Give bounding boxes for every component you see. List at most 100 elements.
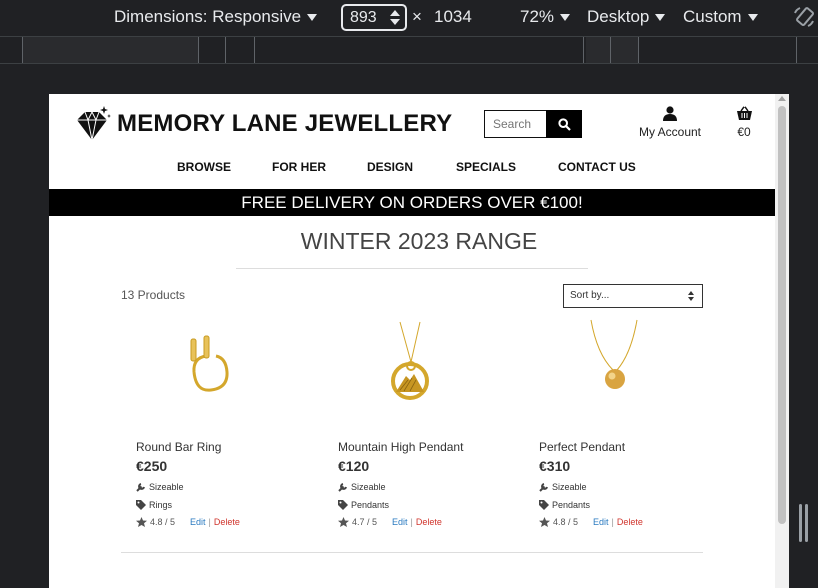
product-feature-label: Sizeable	[351, 482, 386, 492]
pendant-image[interactable]	[539, 314, 719, 414]
product-rating: 4.8 / 5	[150, 517, 176, 527]
product-name[interactable]: Round Bar Ring	[136, 440, 221, 454]
product-category-label[interactable]: Pendants	[351, 500, 389, 510]
product-name[interactable]: Mountain High Pendant	[338, 440, 463, 454]
product-category-label[interactable]: Rings	[149, 500, 172, 510]
star-icon	[136, 517, 147, 527]
tag-icon	[539, 500, 549, 510]
ring-image[interactable]	[136, 314, 316, 414]
basket-total: €0	[737, 125, 751, 139]
device-mode-label: Desktop	[587, 7, 650, 26]
product-rating-row: 4.7 / 5 Edit | Delete	[338, 517, 442, 527]
product-card: Mountain High Pendant €120 Sizeable Pend…	[338, 314, 518, 534]
product-price: €310	[539, 458, 571, 474]
delete-link[interactable]: Delete	[214, 517, 240, 527]
scrollbar-thumb[interactable]	[778, 106, 786, 524]
ruler-tick	[638, 37, 639, 63]
dimensions-dropdown[interactable]: Dimensions: Responsive	[114, 7, 318, 27]
product-card: Round Bar Ring €250 Sizeable Rings 4.8 /…	[136, 314, 316, 534]
product-category: Pendants	[539, 500, 590, 510]
ruler-tick	[198, 37, 199, 63]
media-query-segment[interactable]	[586, 37, 638, 63]
grip-line	[805, 504, 808, 542]
wrench-icon	[539, 483, 548, 492]
ruler-tick	[225, 37, 226, 63]
product-name[interactable]: Perfect Pendant	[539, 440, 625, 454]
edit-link[interactable]: Edit	[190, 517, 206, 527]
resize-handle[interactable]	[798, 504, 810, 542]
media-query-segment[interactable]	[22, 37, 198, 63]
search-input[interactable]	[484, 110, 546, 138]
divider	[121, 552, 703, 553]
ruler-tick	[22, 37, 23, 63]
throttle-label: Custom	[683, 7, 742, 26]
nav-browse[interactable]: BROWSE	[177, 160, 231, 174]
tag-icon	[338, 500, 348, 510]
devtools-device-toolbar: Dimensions: Responsive 893 × 1034 72% De…	[0, 0, 818, 36]
diamond-logo-icon	[77, 106, 111, 141]
times-sign: ×	[412, 7, 422, 26]
basket-icon	[736, 106, 752, 120]
product-price: €250	[136, 458, 168, 474]
height-input[interactable]: 1034	[434, 7, 472, 27]
nav-for-her[interactable]: FOR HER	[272, 160, 326, 174]
ruler-tick	[254, 37, 255, 63]
product-feature: Sizeable	[338, 482, 386, 492]
select-arrows-icon	[688, 291, 694, 302]
my-account-link[interactable]: My Account	[635, 106, 705, 139]
logo-text: MEMORY LANE JEWELLERY	[117, 110, 453, 137]
delivery-banner: FREE DELIVERY ON ORDERS OVER €100!	[49, 189, 775, 216]
product-rating-row: 4.8 / 5 Edit | Delete	[539, 517, 643, 527]
sort-selected-value: Sort by...	[570, 290, 610, 301]
page-title: WINTER 2023 RANGE	[300, 228, 538, 254]
chevron-down-icon	[307, 13, 318, 21]
link-separator: |	[410, 517, 413, 527]
spinner-icon[interactable]	[390, 9, 400, 27]
chevron-down-icon	[747, 13, 758, 21]
nav-specials[interactable]: SPECIALS	[456, 160, 516, 174]
product-price: €120	[338, 458, 370, 474]
wrench-icon	[338, 483, 347, 492]
zoom-dropdown[interactable]: 72%	[520, 7, 571, 27]
star-icon	[539, 517, 550, 527]
my-account-label: My Account	[638, 125, 702, 139]
site-logo[interactable]: MEMORY LANE JEWELLERY	[73, 106, 452, 142]
product-rating-row: 4.8 / 5 Edit | Delete	[136, 517, 240, 527]
throttle-dropdown[interactable]: Custom	[683, 7, 758, 27]
chevron-down-icon	[655, 13, 666, 21]
product-card: Perfect Pendant €310 Sizeable Pendants 4…	[539, 314, 719, 534]
dimension-separator: ×	[412, 7, 422, 27]
ruler-tick	[796, 37, 797, 63]
product-feature-label: Sizeable	[552, 482, 587, 492]
nav-contact-us[interactable]: CONTACT US	[558, 160, 636, 174]
basket-link[interactable]: €0	[729, 106, 759, 139]
width-value: 893	[350, 9, 377, 26]
sort-select[interactable]: Sort by...	[563, 284, 703, 308]
device-mode-dropdown[interactable]: Desktop	[587, 7, 666, 27]
product-category-label[interactable]: Pendants	[552, 500, 590, 510]
edit-link[interactable]: Edit	[593, 517, 609, 527]
link-separator: |	[611, 517, 614, 527]
width-input[interactable]: 893	[341, 4, 407, 31]
search-button[interactable]	[546, 110, 582, 138]
delete-link[interactable]: Delete	[617, 517, 643, 527]
page-scrollbar[interactable]	[775, 94, 789, 588]
pendant-image[interactable]	[338, 314, 518, 414]
rotate-icon[interactable]	[792, 5, 816, 29]
main-nav: BROWSE FOR HER DESIGN SPECIALS CONTACT U…	[49, 160, 789, 176]
dimensions-label: Dimensions: Responsive	[114, 7, 302, 26]
delete-link[interactable]: Delete	[416, 517, 442, 527]
nav-design[interactable]: DESIGN	[367, 160, 413, 174]
link-separator: |	[208, 517, 211, 527]
edit-link[interactable]: Edit	[392, 517, 408, 527]
product-count: 13 Products	[121, 288, 186, 302]
product-category: Pendants	[338, 500, 389, 510]
ruler-tick	[583, 37, 584, 63]
product-feature: Sizeable	[539, 482, 587, 492]
product-category: Rings	[136, 500, 172, 510]
product-feature-label: Sizeable	[149, 482, 184, 492]
scroll-up-icon[interactable]	[778, 96, 786, 101]
product-rating: 4.7 / 5	[352, 517, 378, 527]
tag-icon	[136, 500, 146, 510]
product-rating: 4.8 / 5	[553, 517, 579, 527]
